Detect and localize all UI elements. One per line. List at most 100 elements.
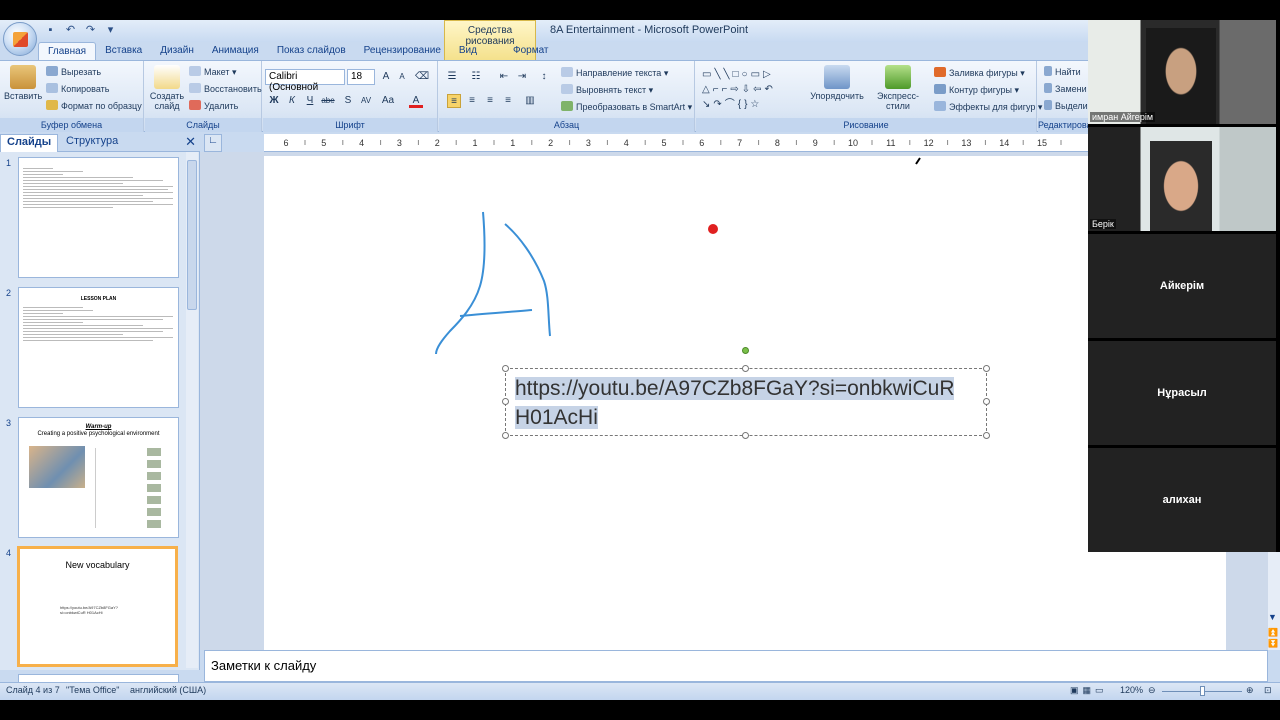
copy-button[interactable]: Копировать <box>46 83 109 94</box>
participant-tile[interactable]: Айкерім <box>1088 234 1276 338</box>
grow-font-icon[interactable]: A <box>379 70 393 84</box>
tab-insert[interactable]: Вставка <box>96 42 151 60</box>
line-spacing-icon[interactable]: ↕ <box>537 70 551 84</box>
text-direction-button[interactable]: Направление текста ▾ <box>561 67 668 79</box>
tab-format[interactable]: Формат <box>504 42 558 60</box>
zoom-level[interactable]: 120% <box>1120 685 1143 695</box>
slide-thumb-2[interactable]: LESSON PLAN <box>18 287 179 408</box>
resize-handle[interactable] <box>502 398 509 405</box>
slide-thumb-4[interactable]: New vocabulary https://youtu.be/A97CZb8F… <box>17 546 178 667</box>
shrink-font-icon[interactable]: A <box>395 70 409 84</box>
notes-pane[interactable]: Заметки к слайду <box>204 650 1268 682</box>
redo-icon[interactable]: ↷ <box>82 23 99 38</box>
align-center-icon[interactable]: ≡ <box>465 94 479 108</box>
tab-slideshow[interactable]: Показ слайдов <box>268 42 355 60</box>
participant-tile[interactable]: имран Айгерім <box>1088 20 1276 124</box>
office-logo-icon <box>13 32 28 47</box>
tab-design[interactable]: Дизайн <box>151 42 203 60</box>
resize-handle[interactable] <box>502 365 509 372</box>
prev-slide-icon[interactable]: ⏫ <box>1268 628 1278 637</box>
resize-handle[interactable] <box>502 432 509 439</box>
clear-format-icon[interactable]: ⌫ <box>415 70 429 84</box>
decrease-indent-icon[interactable]: ⇤ <box>497 70 511 84</box>
italic-button[interactable]: К <box>285 94 299 108</box>
language-indicator[interactable]: английский (США) <box>130 685 206 695</box>
tab-home[interactable]: Главная <box>38 42 97 60</box>
shape-outline-button[interactable]: Контур фигуры ▾ <box>934 84 1019 96</box>
paste-button[interactable]: Вставить <box>4 65 42 101</box>
slide-url-text[interactable]: https://youtu.be/A97CZb8FGaY?si=onbkwiCu… <box>515 374 975 432</box>
char-spacing-button[interactable]: AV <box>359 94 373 108</box>
panel-scrollbar[interactable] <box>186 152 198 668</box>
smartart-button[interactable]: Преобразовать в SmartArt ▾ <box>561 101 692 113</box>
resize-handle[interactable] <box>983 432 990 439</box>
strikethrough-button[interactable]: abe <box>321 94 335 108</box>
shadow-button[interactable]: S <box>341 94 355 108</box>
bold-button[interactable]: Ж <box>267 94 281 108</box>
resize-handle[interactable] <box>983 365 990 372</box>
zoom-slider-thumb[interactable] <box>1200 686 1205 696</box>
align-text-button[interactable]: Выровнять текст ▾ <box>561 84 653 96</box>
find-button[interactable]: Найти <box>1044 66 1081 77</box>
zoom-in-icon[interactable]: ⊕ <box>1246 685 1254 696</box>
format-painter-button[interactable]: Формат по образцу <box>46 100 142 111</box>
select-button[interactable]: Выдели <box>1044 100 1088 111</box>
participant-tile[interactable]: Берік <box>1088 127 1276 231</box>
resize-handle[interactable] <box>742 365 749 372</box>
font-name-box[interactable]: Calibri (Основной <box>265 69 345 93</box>
participant-tile[interactable]: Нұрасыл <box>1088 341 1276 445</box>
cut-button[interactable]: Вырезать <box>46 66 101 77</box>
reset-button[interactable]: Восстановить <box>189 83 262 94</box>
columns-icon[interactable]: ▥ <box>523 94 537 108</box>
close-panel-icon[interactable]: ✕ <box>185 134 196 150</box>
justify-icon[interactable]: ≡ <box>501 94 515 108</box>
scroll-down-icon[interactable]: ▼ <box>1268 612 1277 622</box>
customize-toolbar-icon[interactable]: ▾ <box>102 23 119 38</box>
layout-button[interactable]: Макет ▾ <box>189 66 237 78</box>
slide-thumb-3[interactable]: Warm-up Creating a positive psychologica… <box>18 417 179 538</box>
delete-slide-button[interactable]: Удалить <box>189 100 238 111</box>
font-size-box[interactable]: 18 <box>347 69 375 85</box>
thumb-photo <box>29 446 85 488</box>
rotate-handle[interactable] <box>742 347 749 354</box>
align-right-icon[interactable]: ≡ <box>483 94 497 108</box>
shapes-gallery[interactable]: ▭╲╲□○▭▷ △⌐⌐⇨⇩⇦↶ ↘↷⌒{}☆ <box>702 67 806 113</box>
tab-outline[interactable]: Структура <box>60 134 124 152</box>
horizontal-ruler[interactable]: 6 5 4 3 2 1 1 2 3 4 5 6 7 8 9 10 11 12 13 14 15 <box>264 134 1094 152</box>
ribbon: Вставить Вырезать Копировать Формат по о… <box>0 60 1097 132</box>
tab-view[interactable]: Вид <box>450 42 486 60</box>
view-buttons[interactable]: ▣▦▭ <box>1070 685 1108 696</box>
change-case-button[interactable]: Aa <box>381 94 395 108</box>
tab-selector[interactable]: ∟ <box>204 134 222 152</box>
font-color-button[interactable]: A <box>409 94 423 108</box>
editing-group-label: Редактирован <box>1038 118 1097 132</box>
slides-group-label: Слайды <box>145 118 261 132</box>
resize-handle[interactable] <box>983 398 990 405</box>
align-left-icon[interactable]: ≡ <box>447 94 461 108</box>
thumb-image-column <box>147 448 161 528</box>
save-icon[interactable]: ▪ <box>42 23 59 38</box>
undo-icon[interactable]: ↶ <box>62 23 79 38</box>
increase-indent-icon[interactable]: ⇥ <box>515 70 529 84</box>
arrange-button[interactable]: Упорядочить <box>810 65 864 101</box>
underline-button[interactable]: Ч <box>303 94 317 108</box>
tab-review[interactable]: Рецензирование <box>355 42 450 60</box>
office-button[interactable] <box>3 22 37 56</box>
zoom-out-icon[interactable]: ⊖ <box>1148 685 1156 696</box>
fit-slide-icon[interactable]: ⊡ <box>1264 685 1272 696</box>
shape-effects-button[interactable]: Эффекты для фигур ▾ <box>934 101 1042 113</box>
participant-tile[interactable]: алихан <box>1088 448 1276 552</box>
next-slide-icon[interactable]: ⏬ <box>1268 639 1278 648</box>
panel-scroll-thumb[interactable] <box>187 160 197 310</box>
tab-slides[interactable]: Слайды <box>0 134 59 152</box>
quick-styles-button[interactable]: Экспресс-стили <box>866 65 930 111</box>
replace-button[interactable]: Замени <box>1044 83 1087 94</box>
numbering-icon[interactable]: ☷ <box>469 70 483 84</box>
resize-handle[interactable] <box>742 432 749 439</box>
tab-animation[interactable]: Анимация <box>203 42 268 60</box>
slide-thumb-1[interactable] <box>18 157 179 278</box>
shape-fill-button[interactable]: Заливка фигуры ▾ <box>934 67 1025 79</box>
paste-icon <box>10 65 36 89</box>
bullets-icon[interactable]: ☰ <box>445 70 459 84</box>
new-slide-button[interactable]: Создать слайд <box>147 65 187 111</box>
